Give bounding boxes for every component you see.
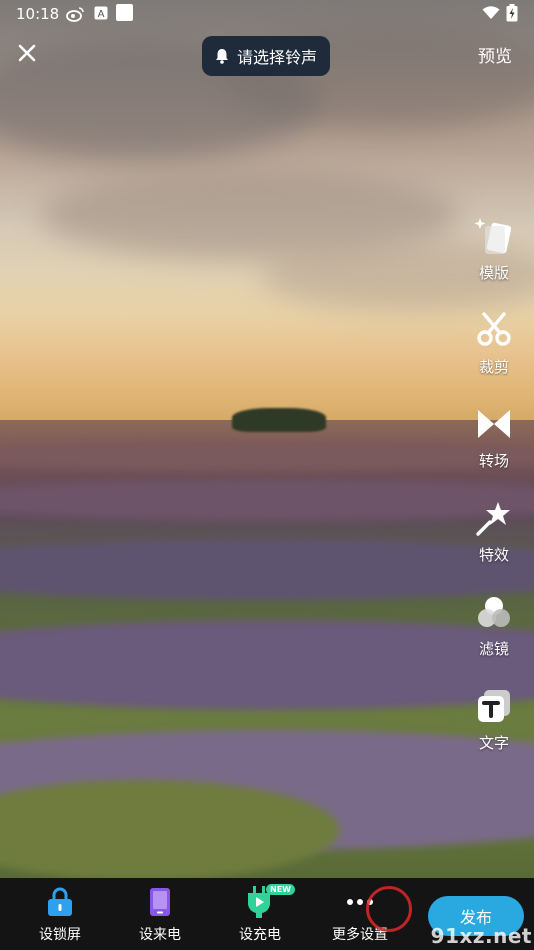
set-lockscreen-label: 设锁屏	[39, 927, 81, 943]
status-bar: 10:18 A	[0, 0, 534, 28]
trees	[232, 408, 326, 432]
tool-transition[interactable]: 转场	[454, 404, 534, 471]
preview-button[interactable]: 预览	[478, 42, 512, 67]
a-icon: A	[94, 6, 108, 20]
phone-icon	[144, 886, 176, 918]
watermark-logo	[366, 886, 412, 932]
tool-template-label: 模版	[478, 264, 509, 282]
close-icon	[18, 44, 36, 62]
set-charging-label: 设充电	[239, 927, 281, 943]
tool-text[interactable]: 文字	[454, 686, 534, 753]
tool-crop[interactable]: 裁剪	[454, 310, 534, 377]
set-charging-button[interactable]: NEW 设充电	[220, 884, 300, 944]
tool-effects-label: 特效	[478, 546, 509, 564]
charge-plug-icon: NEW	[244, 884, 295, 918]
white-square-icon	[116, 4, 133, 21]
battery-charging-icon	[506, 4, 518, 22]
tool-crop-label: 裁剪	[478, 358, 509, 376]
scissors-icon	[474, 310, 514, 350]
tool-template[interactable]: 模版	[454, 216, 534, 283]
bottom-bar: 设锁屏 设来电 NEW 设充电 更多设置 发布 91xz.net	[0, 878, 534, 950]
weibo-icon	[66, 6, 84, 22]
new-badge: NEW	[266, 884, 295, 895]
filter-icon	[474, 592, 514, 632]
close-button[interactable]	[16, 42, 38, 64]
tool-transition-label: 转场	[478, 452, 509, 470]
tool-text-label: 文字	[478, 734, 509, 752]
magic-wand-icon	[474, 498, 514, 538]
bell-icon	[215, 48, 229, 64]
transition-icon	[474, 404, 514, 444]
status-time: 10:18	[16, 5, 60, 23]
watermark-text: 91xz.net	[430, 924, 532, 948]
lock-icon	[44, 886, 76, 918]
tool-filter[interactable]: 滤镜	[454, 592, 534, 659]
set-incoming-call-label: 设来电	[139, 927, 181, 943]
set-incoming-call-button[interactable]: 设来电	[120, 886, 200, 944]
template-icon	[474, 216, 514, 256]
svg-text:A: A	[98, 9, 105, 20]
tool-effects[interactable]: 特效	[454, 498, 534, 565]
tool-filter-label: 滤镜	[478, 640, 509, 658]
text-icon	[474, 686, 514, 726]
select-ringtone-button[interactable]: 请选择铃声	[202, 36, 330, 76]
ringtone-label: 请选择铃声	[236, 48, 317, 67]
wifi-icon	[482, 6, 500, 20]
set-lockscreen-button[interactable]: 设锁屏	[20, 886, 100, 944]
